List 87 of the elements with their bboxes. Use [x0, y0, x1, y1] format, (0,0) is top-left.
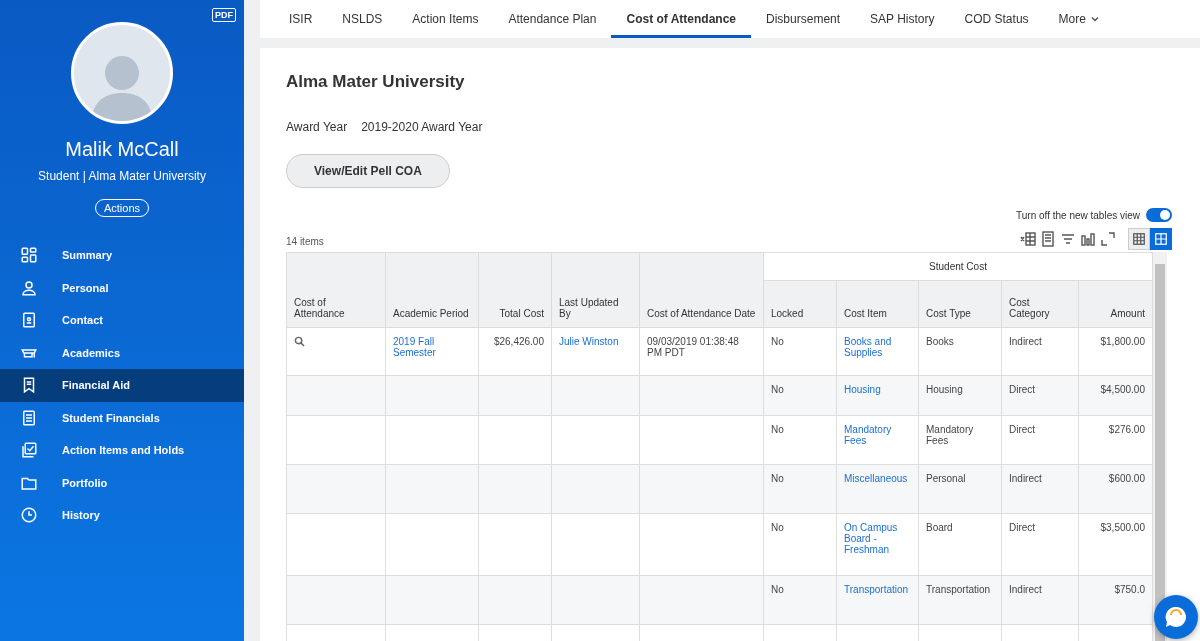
toggle-label: Turn off the new tables view [1016, 209, 1140, 221]
cost-type-cell: Mandatory Fees [926, 424, 974, 446]
sidebar-item[interactable]: Action Items and Holds [0, 434, 244, 467]
cost-category-cell: Direct [1009, 424, 1036, 435]
tab[interactable]: COD Status [949, 0, 1044, 38]
cost-category-cell: Indirect [1009, 473, 1042, 484]
nav-icon [20, 506, 38, 525]
spreadsheet-export-icon[interactable] [1020, 231, 1036, 247]
column-header: Cost of Attendance [294, 297, 345, 319]
tab[interactable]: More [1043, 0, 1114, 38]
column-header: Cost of Attendance Date [647, 308, 756, 319]
column-header: Last Updated By [559, 297, 619, 319]
cost-category-cell: Indirect [1009, 584, 1042, 595]
chat-bubble-icon [1163, 604, 1189, 630]
field-value: 2019-2020 Award Year [361, 120, 483, 134]
column-header: Cost Item [844, 308, 887, 319]
sidebar-item[interactable]: History [0, 499, 244, 532]
nav-icon [20, 408, 38, 427]
amount-cell: $3,500.00 [1100, 522, 1145, 533]
column-header: Academic Period [393, 308, 469, 319]
profile-name: Malik McCall [65, 138, 179, 161]
filter-icon[interactable] [1060, 231, 1076, 247]
scrollbar[interactable] [1153, 252, 1167, 641]
expand-icon[interactable] [1100, 231, 1116, 247]
column-header: Cost Type [926, 308, 971, 319]
locked-cell: No [771, 336, 784, 347]
amount-cell: $1,800.00 [1100, 336, 1145, 347]
date-cell: 09/03/2019 01:38:48 PM PDT [647, 336, 739, 358]
cost-item-link[interactable]: Transportation [844, 584, 909, 595]
cost-category-cell: Direct [1009, 384, 1036, 395]
column-header: Locked [771, 308, 804, 319]
tab[interactable]: ISIR [274, 0, 328, 38]
nav-icon [20, 441, 38, 460]
amount-cell: $600.00 [1108, 473, 1145, 484]
column-header: Amount [1110, 308, 1145, 319]
cost-type-cell: Books [926, 336, 954, 347]
tab[interactable]: SAP History [855, 0, 950, 38]
amount-cell: $750.0 [1114, 584, 1145, 595]
cost-type-cell: Personal [926, 473, 966, 484]
locked-cell: No [771, 522, 784, 533]
grid-view-button[interactable] [1150, 228, 1172, 250]
chevron-down-icon [1090, 15, 1099, 23]
bar-chart-icon[interactable] [1080, 231, 1096, 247]
locked-cell: No [771, 473, 784, 484]
pell-coa-button[interactable]: View/Edit Pell COA [286, 154, 450, 188]
toggle-switch[interactable] [1146, 208, 1172, 222]
locked-cell: No [771, 584, 784, 595]
nav-icon [20, 311, 38, 330]
document-icon[interactable] [1040, 231, 1056, 247]
tab[interactable]: Action Items [397, 0, 494, 38]
total-cost-cell: $26,426.00 [493, 336, 544, 347]
cost-type-cell: Housing [926, 384, 963, 395]
sidebar-item[interactable]: Contact [0, 304, 244, 337]
field-label: Award Year [286, 120, 348, 134]
item-count: 14 items [286, 236, 324, 249]
sidebar-item[interactable]: Academics [0, 336, 244, 369]
tab[interactable]: Attendance Plan [493, 0, 612, 38]
tab[interactable]: Disbursement [751, 0, 856, 38]
cost-category-cell: Direct [1009, 522, 1036, 533]
page-title: Alma Mater University [286, 72, 466, 92]
cost-category-cell: Indirect [1009, 336, 1042, 347]
cost-type-cell: Board [926, 522, 953, 533]
tab[interactable]: NSLDS [327, 0, 398, 38]
sidebar-item[interactable]: Summary [0, 239, 244, 272]
nav-icon [20, 278, 38, 297]
cost-item-link[interactable]: Housing [844, 384, 881, 395]
amount-cell: $276.00 [1108, 424, 1145, 435]
column-header: Cost Category [1009, 297, 1050, 319]
table-grid-icon [1132, 232, 1146, 246]
profile-subtitle: Student | Alma Mater University [38, 169, 206, 183]
search-icon[interactable] [294, 336, 305, 347]
column-header: Total Cost [499, 308, 544, 319]
sidebar-item[interactable]: Student Financials [0, 401, 244, 434]
amount-cell: $4,500.00 [1100, 384, 1145, 395]
sidebar-item[interactable]: Portfolio [0, 466, 244, 499]
sidebar-item[interactable]: Financial Aid [0, 369, 244, 402]
pdf-button[interactable]: PDF [212, 8, 236, 22]
group-header: Student Cost [929, 261, 987, 272]
cost-type-cell: Transportation [926, 584, 991, 595]
grid-icon [1154, 232, 1168, 246]
tab[interactable]: Cost of Attendance [611, 0, 752, 38]
locked-cell: No [771, 384, 784, 395]
cost-item-link[interactable]: Miscellaneous [844, 473, 908, 484]
locked-cell: No [771, 424, 784, 435]
sidebar-item[interactable]: Personal [0, 271, 244, 304]
user-link[interactable]: Julie Winston [559, 336, 619, 347]
nav-icon [20, 246, 38, 265]
